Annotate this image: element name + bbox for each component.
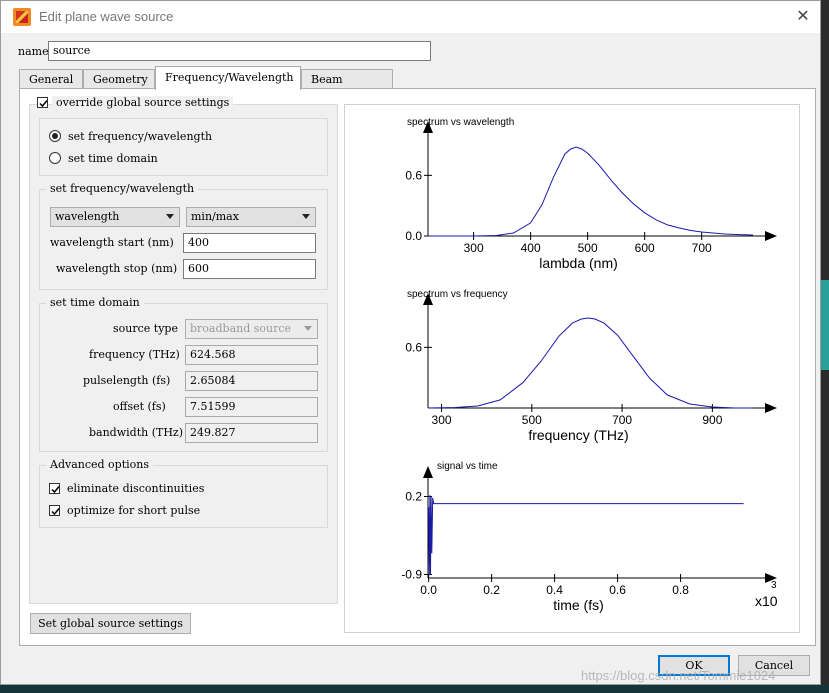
bandwidth-input: 249.827 <box>185 423 318 443</box>
app-logo-icon <box>13 8 31 26</box>
x-tick-label: 900 <box>702 413 722 427</box>
y-tick-label: 0.6 <box>405 168 422 182</box>
series-line <box>428 146 754 237</box>
name-label: name <box>18 45 49 58</box>
range-mode-value: min/max <box>191 210 239 223</box>
y-tick-label: 0.0 <box>405 229 422 243</box>
wavelength-start-label: wavelength start (nm) <box>50 236 174 249</box>
tab-general[interactable]: General <box>19 69 83 88</box>
pulselength-label: pulselength (fs) <box>83 374 171 387</box>
x-tick-label: 0.8 <box>672 583 689 597</box>
series-line <box>427 317 753 409</box>
name-input[interactable]: source <box>48 41 431 61</box>
x-tick-label: 400 <box>521 241 541 255</box>
plots-canvas: spectrum vs wavelength 300 400 500 600 700 0.0… <box>401 117 777 613</box>
x-tick-label: 500 <box>522 413 542 427</box>
tab-geometry[interactable]: Geometry <box>83 69 155 88</box>
radio-label-frequency-wavelength: set frequency/wavelength <box>68 130 213 143</box>
y-axis-arrow <box>423 466 433 478</box>
mode-group <box>39 118 328 176</box>
y-tick-label: 0.2 <box>405 490 422 504</box>
x-axis-label: lambda (nm) <box>539 255 618 271</box>
wavelength-type-select[interactable]: wavelength <box>50 207 180 227</box>
x-tick-label: 300 <box>464 241 484 255</box>
x-tick-label: 700 <box>612 413 632 427</box>
desktop-background-accent <box>821 280 829 370</box>
optimize-short-pulse-checkbox[interactable] <box>49 505 60 516</box>
y-tick-label: -0.9 <box>401 567 422 581</box>
override-label: override global source settings <box>52 96 234 109</box>
offset-input: 7.51599 <box>185 397 318 417</box>
override-checkbox[interactable] <box>37 97 48 108</box>
optimize-short-pulse-label: optimize for short pulse <box>67 504 201 517</box>
bandwidth-label: bandwidth (THz) <box>89 426 184 439</box>
edit-plane-wave-source-dialog: Edit plane wave source ✕ name source Gen… <box>0 0 821 685</box>
time-domain-group-title: set time domain <box>46 296 144 309</box>
x-tick-label: 0.4 <box>546 583 563 597</box>
freq-wl-group-title: set frequency/wavelength <box>46 182 199 195</box>
y-tick-label: 0.6 <box>405 340 422 354</box>
set-global-source-settings-button[interactable]: Set global source settings <box>30 613 191 634</box>
tab-frequency-wavelength[interactable]: Frequency/Wavelength <box>155 66 301 90</box>
advanced-group <box>39 465 328 528</box>
x-multiplier-label: x10 <box>755 593 778 609</box>
x-axis-arrow <box>765 231 777 241</box>
source-type-select: broadband source <box>185 319 318 339</box>
x-tick-label: 0.0 <box>420 583 437 597</box>
x-tick-label: 0.6 <box>609 583 626 597</box>
advanced-group-title: Advanced options <box>46 458 154 471</box>
tab-beam-options[interactable]: Beam options <box>301 69 393 99</box>
range-mode-select[interactable]: min/max <box>186 207 316 227</box>
chart-title: spectrum vs frequency <box>407 289 508 300</box>
wavelength-stop-label: wavelength stop (nm) <box>56 262 178 275</box>
checkmark-icon <box>39 100 48 108</box>
frequency-label: frequency (THz) <box>89 348 180 361</box>
chart-3: signal vs time 0.0 0.2 0.4 0.6 0.8 0.2 -0.9 time… <box>401 461 777 613</box>
eliminate-discontinuities-checkbox[interactable] <box>49 483 60 494</box>
chart-title: signal vs time <box>437 461 498 472</box>
chart-title: spectrum vs wavelength <box>407 117 514 128</box>
x-axis-arrow <box>765 403 777 413</box>
checkmark-icon <box>51 508 60 516</box>
x-axis-label: frequency (THz) <box>528 427 628 443</box>
plot-panel: spectrum vs wavelength 300 400 500 600 700 0.0… <box>344 104 800 633</box>
x-multiplier-exponent: 3 <box>771 580 777 591</box>
chevron-down-icon <box>302 214 310 219</box>
taskbar-strip <box>0 685 829 693</box>
eliminate-discontinuities-label: eliminate discontinuities <box>67 482 205 495</box>
source-type-label: source type <box>113 322 178 335</box>
source-type-value: broadband source <box>190 322 292 335</box>
radio-set-time-domain[interactable] <box>49 152 61 164</box>
x-tick-label: 0.2 <box>483 583 500 597</box>
series-line <box>428 495 744 575</box>
window-title: Edit plane wave source <box>39 9 174 24</box>
chart-1: spectrum vs wavelength 300 400 500 600 700 0.0… <box>405 117 777 271</box>
title-bar: Edit plane wave source ✕ <box>1 1 820 33</box>
watermark-text: https://blog.csdn.net/Tommie1024 <box>581 668 776 683</box>
wavelength-type-value: wavelength <box>55 210 120 223</box>
checkmark-icon <box>51 486 60 494</box>
x-tick-label: 700 <box>692 241 712 255</box>
x-tick-label: 300 <box>432 413 452 427</box>
offset-label: offset (fs) <box>113 400 166 413</box>
chevron-down-icon <box>166 214 174 219</box>
x-tick-label: 600 <box>635 241 655 255</box>
wavelength-start-input[interactable]: 400 <box>183 233 316 253</box>
chart-2: spectrum vs frequency 300 500 700 900 0.6 freq… <box>405 289 777 443</box>
radio-set-frequency-wavelength[interactable] <box>49 130 61 142</box>
chevron-down-icon <box>304 326 312 331</box>
frequency-input: 624.568 <box>185 345 318 365</box>
x-axis-label: time (fs) <box>553 597 604 613</box>
wavelength-stop-input[interactable]: 600 <box>183 259 316 279</box>
close-icon[interactable]: ✕ <box>794 7 812 25</box>
pulselength-input: 2.65084 <box>185 371 318 391</box>
radio-label-time-domain: set time domain <box>68 152 158 165</box>
x-tick-label: 500 <box>578 241 598 255</box>
